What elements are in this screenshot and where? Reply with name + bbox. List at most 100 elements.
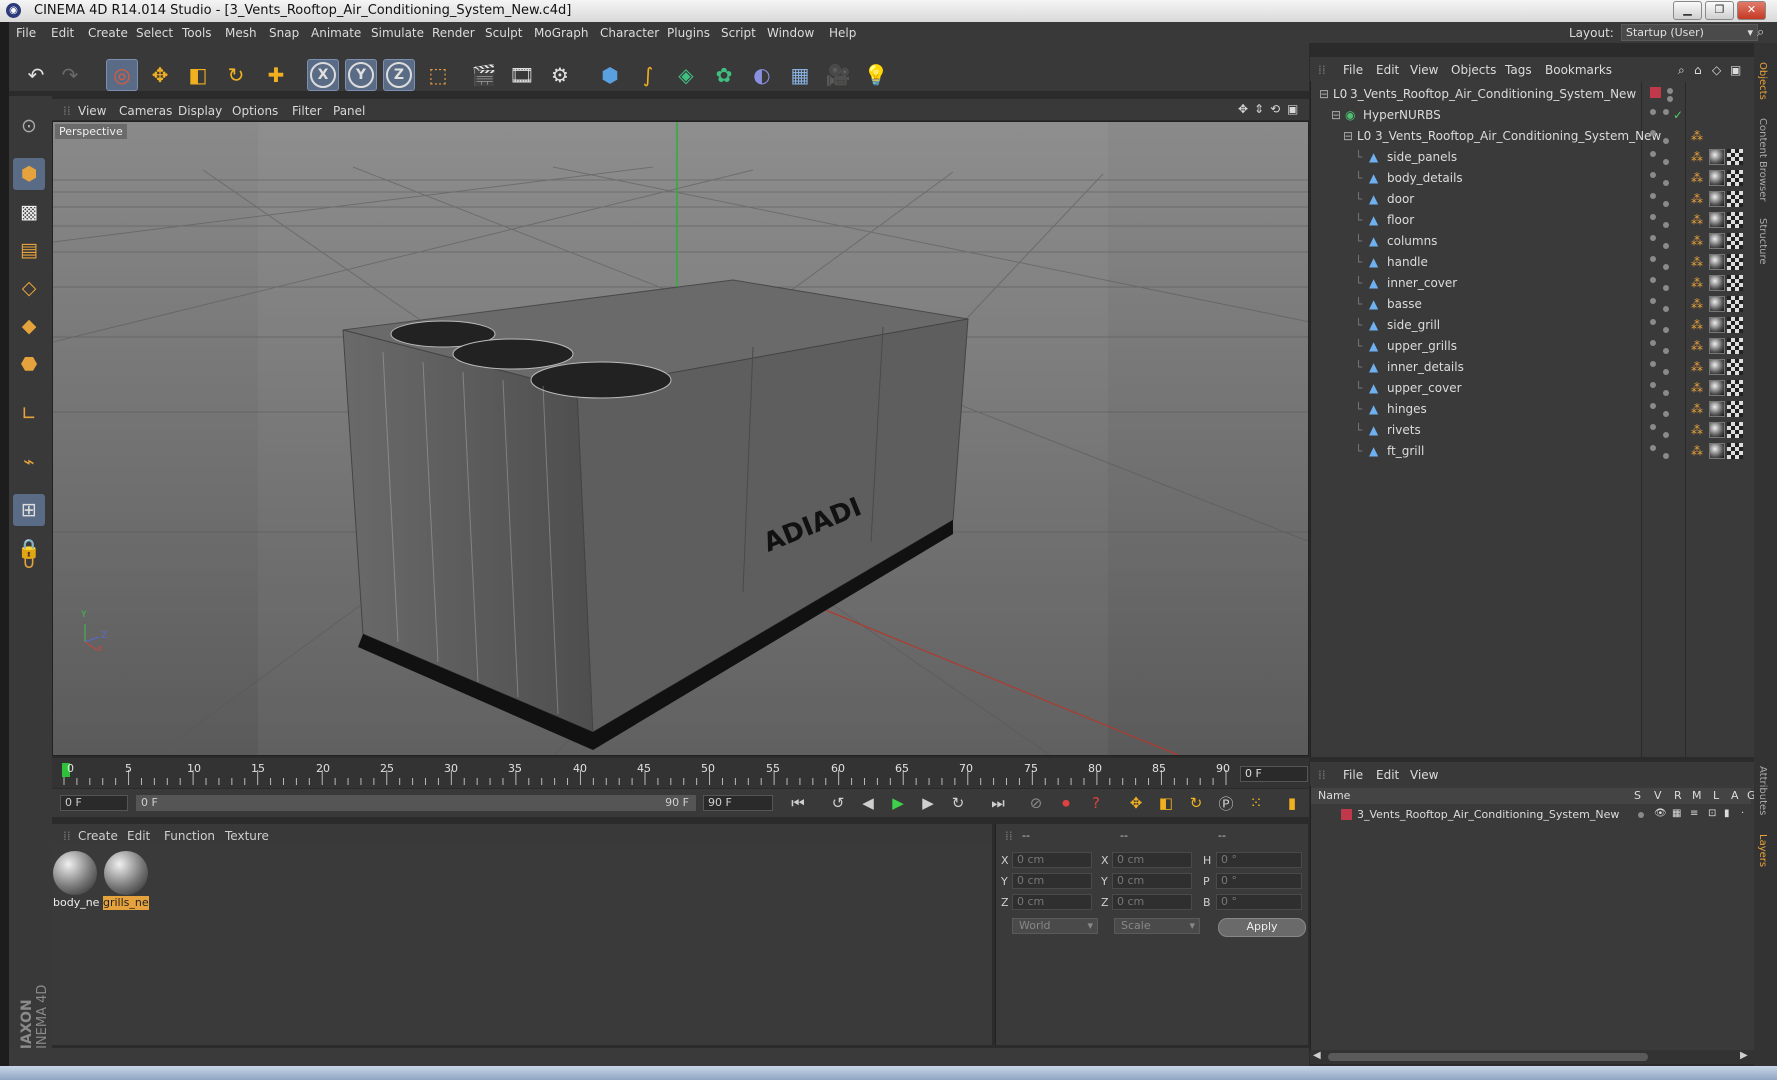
material-tag-grills-icon[interactable] [1727, 191, 1743, 207]
material-menu-texture[interactable]: Texture [225, 829, 269, 843]
om-new-window-icon[interactable]: ▣ [1730, 63, 1741, 77]
editor-visibility-dot[interactable] [1650, 277, 1656, 283]
live-selection-icon[interactable]: ◎ [106, 59, 138, 91]
material-tag-grills-icon[interactable] [1727, 233, 1743, 249]
material-tag-body-icon[interactable] [1709, 170, 1725, 186]
editor-visibility-dot[interactable] [1650, 361, 1656, 367]
render-visibility-dot[interactable] [1667, 96, 1673, 102]
editor-visibility-dot[interactable] [1650, 424, 1656, 430]
phong-tag-icon[interactable]: ⁂ [1691, 339, 1703, 353]
editor-visibility-dot[interactable] [1650, 382, 1656, 388]
editor-visibility-dot[interactable] [1650, 403, 1656, 409]
editor-visibility-dot[interactable] [1650, 151, 1656, 157]
material-tag-grills-icon[interactable] [1727, 380, 1743, 396]
render-visibility-dot[interactable] [1663, 453, 1669, 459]
material-thumb-body[interactable] [53, 851, 97, 895]
object-row-handle[interactable]: └ ▲ handle ⁂ [1311, 252, 1751, 273]
material-tag-body-icon[interactable] [1709, 401, 1725, 417]
viewport-menu-view[interactable]: View [78, 104, 106, 118]
object-name[interactable]: columns [1387, 234, 1437, 248]
layout-dropdown[interactable]: Startup (User) ▾ [1621, 24, 1758, 41]
viewport-move-icon[interactable]: ✥ [1238, 102, 1248, 116]
scroll-right-icon[interactable]: ▶ [1740, 1050, 1748, 1061]
material-tag-grills-icon[interactable] [1727, 443, 1743, 459]
editor-visibility-dot[interactable] [1650, 340, 1656, 346]
object-name[interactable]: upper_cover [1387, 381, 1462, 395]
coord-system-dropdown[interactable]: World ▾ [1012, 918, 1098, 934]
minimize-button[interactable]: ▁ [1673, 1, 1702, 20]
menu-mesh[interactable]: Mesh [225, 26, 257, 40]
om-search-icon[interactable]: ⌕ [1678, 63, 1685, 78]
material-tag-body-icon[interactable] [1709, 443, 1725, 459]
apply-button[interactable]: Apply [1218, 918, 1306, 937]
render-visibility-dot[interactable] [1663, 432, 1669, 438]
scroll-thumb[interactable] [1328, 1053, 1648, 1061]
goto-end-icon[interactable]: ⏭ [986, 792, 1010, 814]
menu-edit[interactable]: Edit [51, 26, 74, 40]
object-row-side-panels[interactable]: └ ▲ side_panels ⁂ [1311, 147, 1751, 168]
menu-animate[interactable]: Animate [311, 26, 361, 40]
object-name[interactable]: hinges [1387, 402, 1427, 416]
scroll-left-icon[interactable]: ◀ [1313, 1050, 1321, 1061]
menu-mograph[interactable]: MoGraph [534, 26, 589, 40]
material-menu-create[interactable]: Create [78, 829, 118, 843]
render-visibility-dot[interactable] [1663, 264, 1669, 270]
material-tag-body-icon[interactable] [1709, 338, 1725, 354]
search-icon[interactable]: ⌕ [1757, 25, 1764, 40]
phong-tag-icon[interactable]: ⁂ [1691, 423, 1703, 437]
render-visibility-dot[interactable] [1663, 180, 1669, 186]
edges-mode-icon[interactable]: ◆ [13, 310, 45, 342]
add-object-icon[interactable]: ✚ [260, 59, 292, 91]
x-axis-lock-button[interactable]: X [307, 59, 339, 91]
menu-snap[interactable]: Snap [269, 26, 299, 40]
texture-mode-icon[interactable]: ▩ [13, 196, 45, 228]
object-row-inner-details[interactable]: └ ▲ inner_details ⁂ [1311, 357, 1751, 378]
object-row-group[interactable]: ⊟ L0 3_Vents_Rooftop_Air_Conditioning_Sy… [1311, 126, 1751, 147]
layer-animation-icon[interactable]: ▮ [1724, 808, 1730, 819]
render-visibility-dot[interactable] [1663, 390, 1669, 396]
phong-tag-icon[interactable]: ⁂ [1691, 129, 1703, 143]
phong-tag-icon[interactable]: ⁂ [1691, 192, 1703, 206]
editor-visibility-dot[interactable] [1650, 130, 1656, 136]
polygons-mode-icon[interactable]: ⬣ [13, 348, 45, 380]
editor-visibility-dot[interactable] [1650, 172, 1656, 178]
object-name[interactable]: side_grill [1387, 318, 1440, 332]
editor-visibility-dot[interactable] [1650, 256, 1656, 262]
coord-pos-z-field[interactable]: 0 cm [1012, 894, 1092, 910]
phong-tag-icon[interactable]: ⁂ [1691, 150, 1703, 164]
object-row-hinges[interactable]: └ ▲ hinges ⁂ [1311, 399, 1751, 420]
start-frame-field[interactable]: 0 F [60, 795, 128, 811]
coord-size-y-field[interactable]: 0 cm [1112, 873, 1192, 889]
viewport-camera-label[interactable]: Perspective [55, 124, 127, 139]
object-name[interactable]: rivets [1387, 423, 1421, 437]
tweak-mode-icon[interactable]: ⌁ [13, 446, 45, 478]
editor-visibility-dot[interactable] [1667, 88, 1673, 94]
keyframe-selection-icon[interactable]: ? [1084, 792, 1108, 814]
next-keyframe-icon[interactable]: ↻ [946, 792, 970, 814]
material-tag-grills-icon[interactable] [1727, 170, 1743, 186]
object-name[interactable]: handle [1387, 255, 1428, 269]
goto-start-icon[interactable]: ⏮ [786, 792, 810, 814]
spline-icon[interactable]: ∫ [632, 59, 664, 91]
render-visibility-dot[interactable] [1663, 411, 1669, 417]
object-row-side-grill[interactable]: └ ▲ side_grill ⁂ [1311, 315, 1751, 336]
next-frame-icon[interactable]: ▶ [916, 792, 940, 814]
side-tab-structure[interactable]: Structure [1757, 218, 1768, 265]
editor-visibility-dot[interactable] [1650, 109, 1656, 115]
menu-simulate[interactable]: Simulate [371, 26, 424, 40]
layer-manager-icon[interactable]: ≡ [1690, 808, 1698, 819]
viewport-menu-cameras[interactable]: Cameras [119, 104, 172, 118]
coord-rot-p-field[interactable]: 0 ° [1216, 873, 1302, 889]
expand-toggle-icon[interactable]: ⊟ [1331, 108, 1341, 122]
render-visibility-dot[interactable] [1663, 222, 1669, 228]
material-tag-grills-icon[interactable] [1727, 149, 1743, 165]
menu-script[interactable]: Script [721, 26, 756, 40]
axis-mode-icon[interactable]: ∟ [13, 398, 45, 430]
material-tag-grills-icon[interactable] [1727, 212, 1743, 228]
menu-file[interactable]: File [16, 26, 36, 40]
phong-tag-icon[interactable]: ⁂ [1691, 444, 1703, 458]
frame-range-slider[interactable]: 0 F 90 F [136, 795, 696, 811]
object-name[interactable]: basse [1387, 297, 1422, 311]
autokey-icon[interactable]: ⏺ [1054, 792, 1078, 814]
material-tag-grills-icon[interactable] [1727, 317, 1743, 333]
